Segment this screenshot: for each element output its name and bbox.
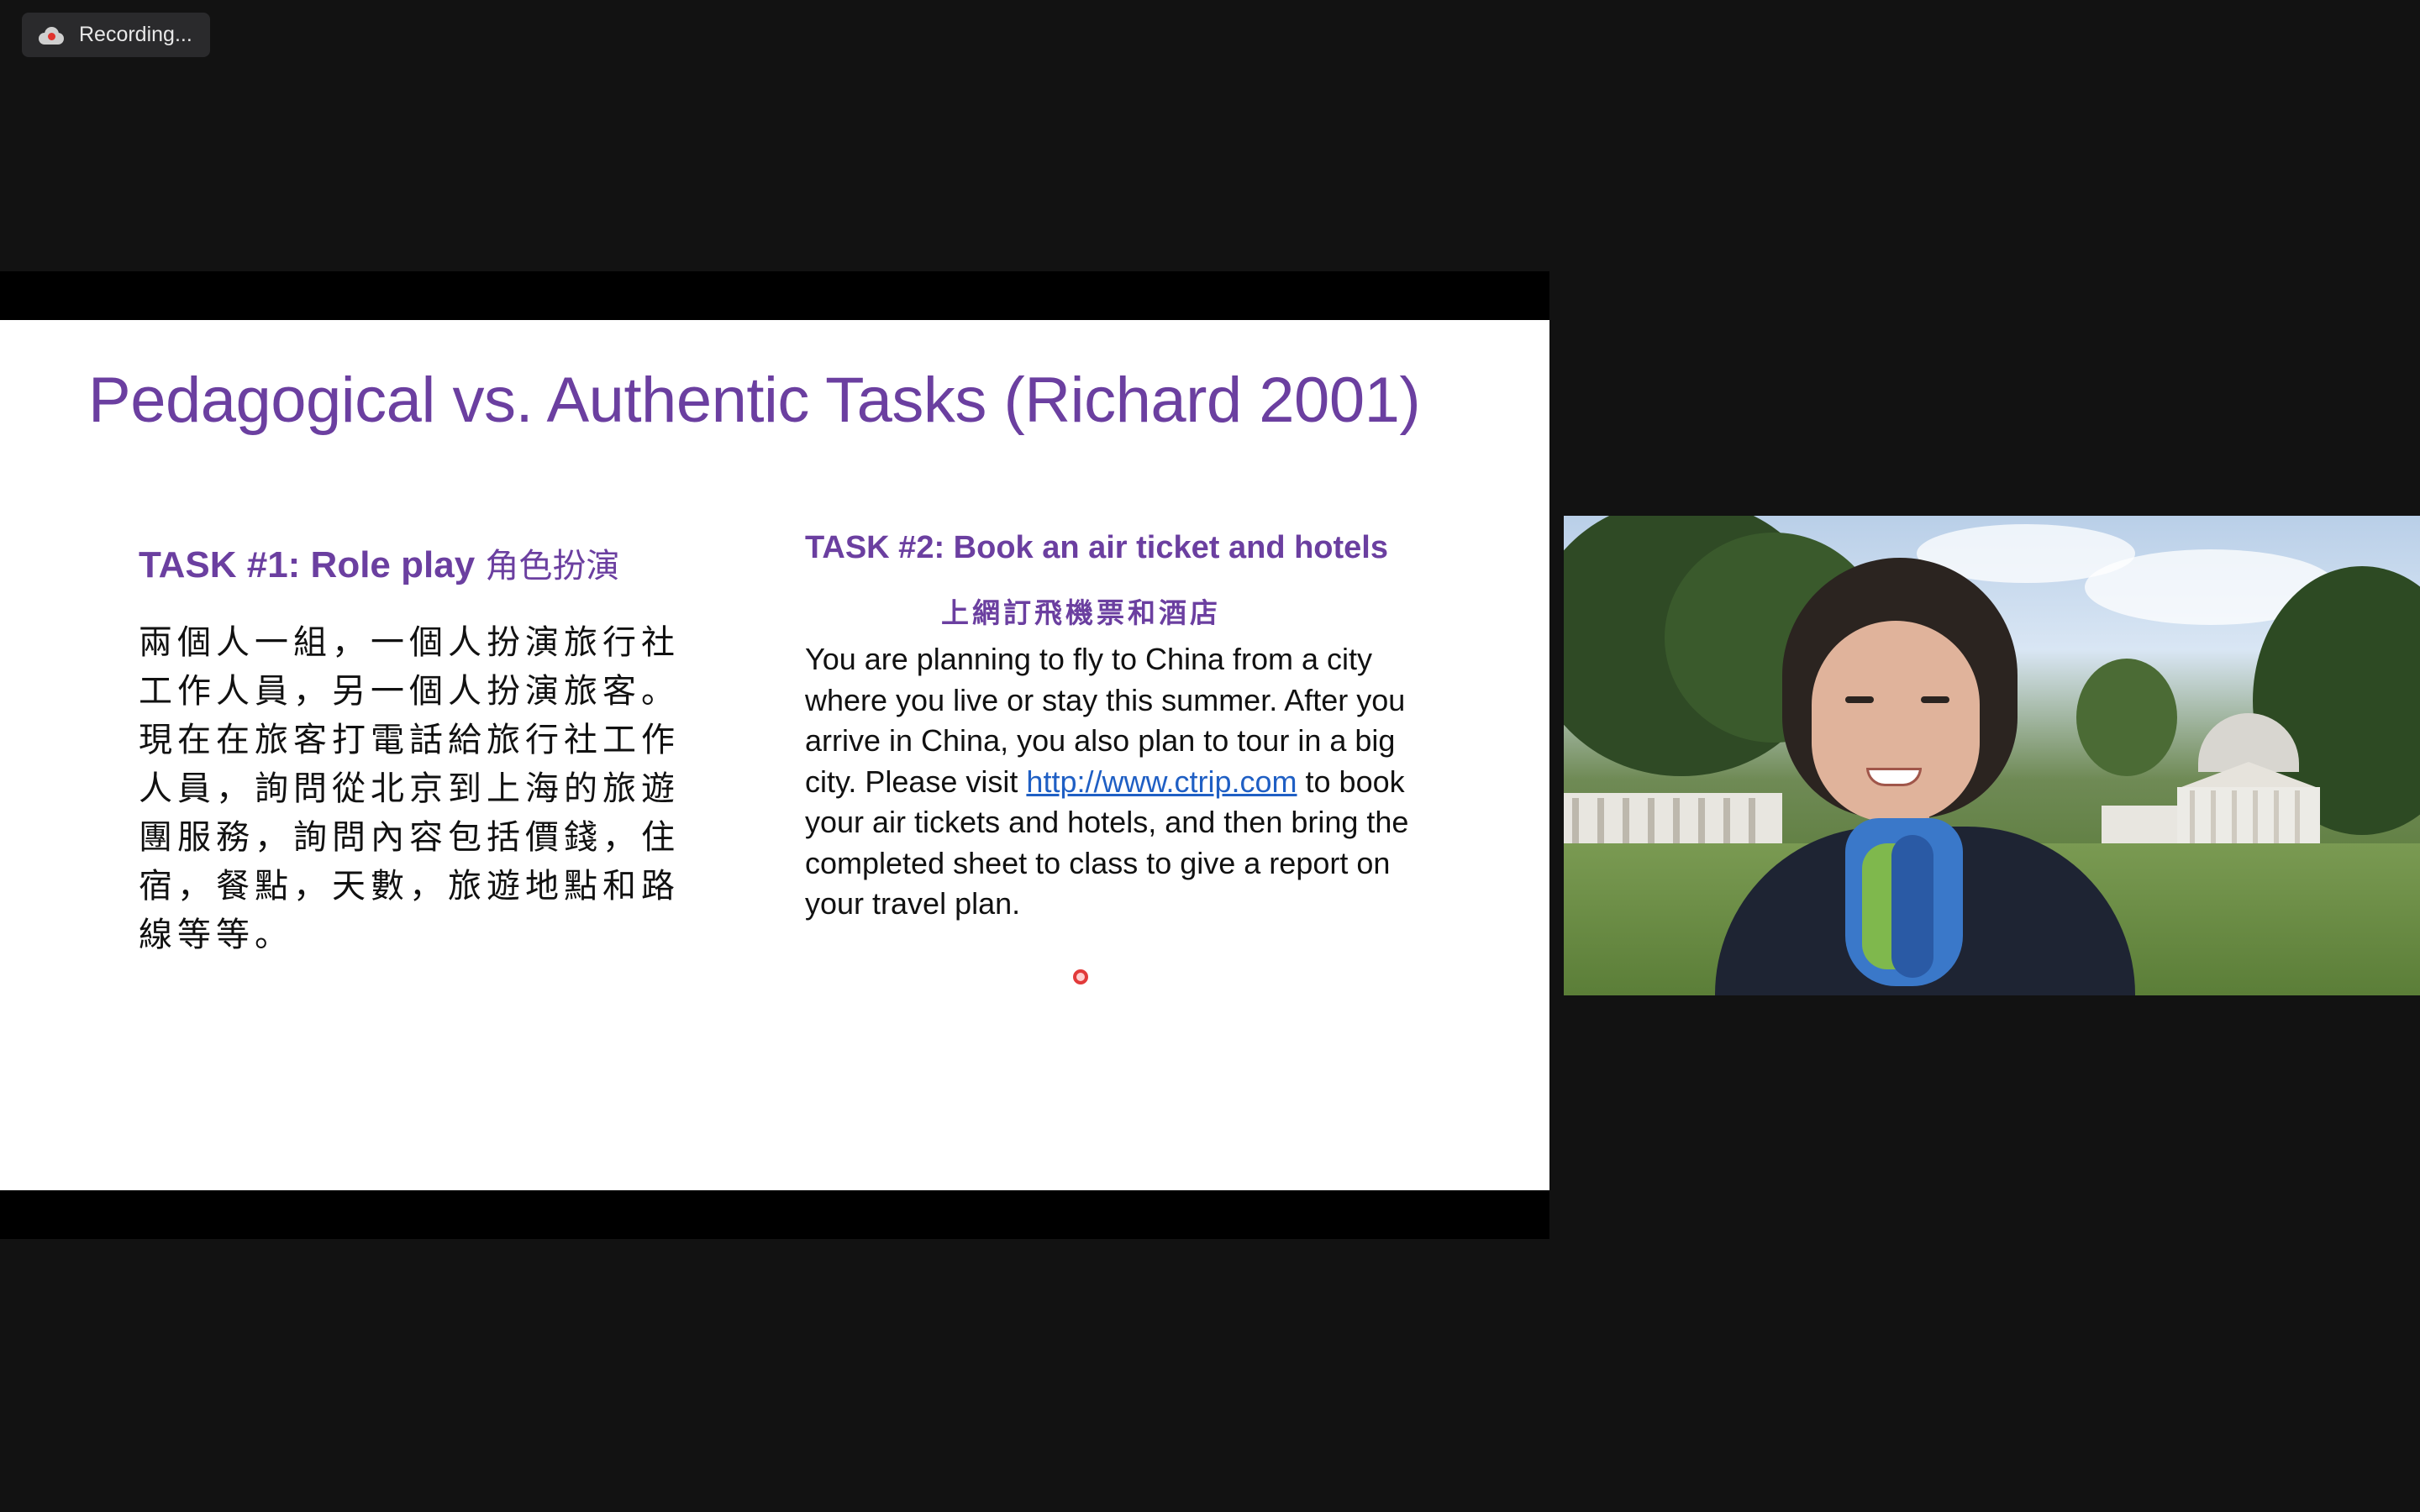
task2-heading: TASK #2: Book an air ticket and hotels (805, 530, 1389, 565)
task1-line: 人員，詢問從北京到上海的旅遊 (139, 769, 680, 808)
rotunda-background (2165, 713, 2333, 848)
task1-line: 兩個人一組，一個人扮演旅行社 (139, 623, 680, 662)
shared-screen: Pedagogical vs. Authentic Tasks (Richard… (0, 271, 1549, 1239)
task2-body: You are planning to fly to China from a … (805, 639, 1410, 925)
task2-subheading: 上網訂飛機票和酒店 (941, 596, 1221, 629)
task1-heading-cn: 角色扮演 (485, 547, 620, 585)
task1-line: 現在在旅客打電話給旅行社工作 (139, 721, 680, 759)
ctrip-link[interactable]: http://www.ctrip.com (1026, 764, 1297, 799)
task1-body: 兩個人一組，一個人扮演旅行社 工作人員，另一個人扮演旅客。 現在在旅客打電話給旅… (139, 618, 693, 959)
task1-heading-en: TASK #1: Role play (139, 544, 476, 585)
laser-pointer (1073, 969, 1088, 984)
meeting-window: Recording... Pedagogical vs. Authentic T… (0, 0, 2420, 1512)
task1-heading: TASK #1: Role play 角色扮演 (139, 538, 619, 587)
participant-avatar (1715, 549, 2135, 995)
task1-line: 團服務，詢問內容包括價錢，住 (139, 818, 680, 857)
cloud-record-icon (37, 25, 66, 45)
slide-title: Pedagogical vs. Authentic Tasks (Richard… (88, 365, 1421, 436)
task1-line: 宿，餐點，天數，旅遊地點和路 (139, 867, 680, 906)
task1-line: 工作人員，另一個人扮演旅客。 (139, 672, 680, 711)
presentation-slide: Pedagogical vs. Authentic Tasks (Richard… (0, 320, 1549, 1190)
participant-video[interactable] (1564, 516, 2420, 995)
recording-indicator[interactable]: Recording... (22, 13, 210, 57)
recording-label: Recording... (79, 23, 192, 46)
task1-line: 線等等。 (139, 916, 293, 954)
